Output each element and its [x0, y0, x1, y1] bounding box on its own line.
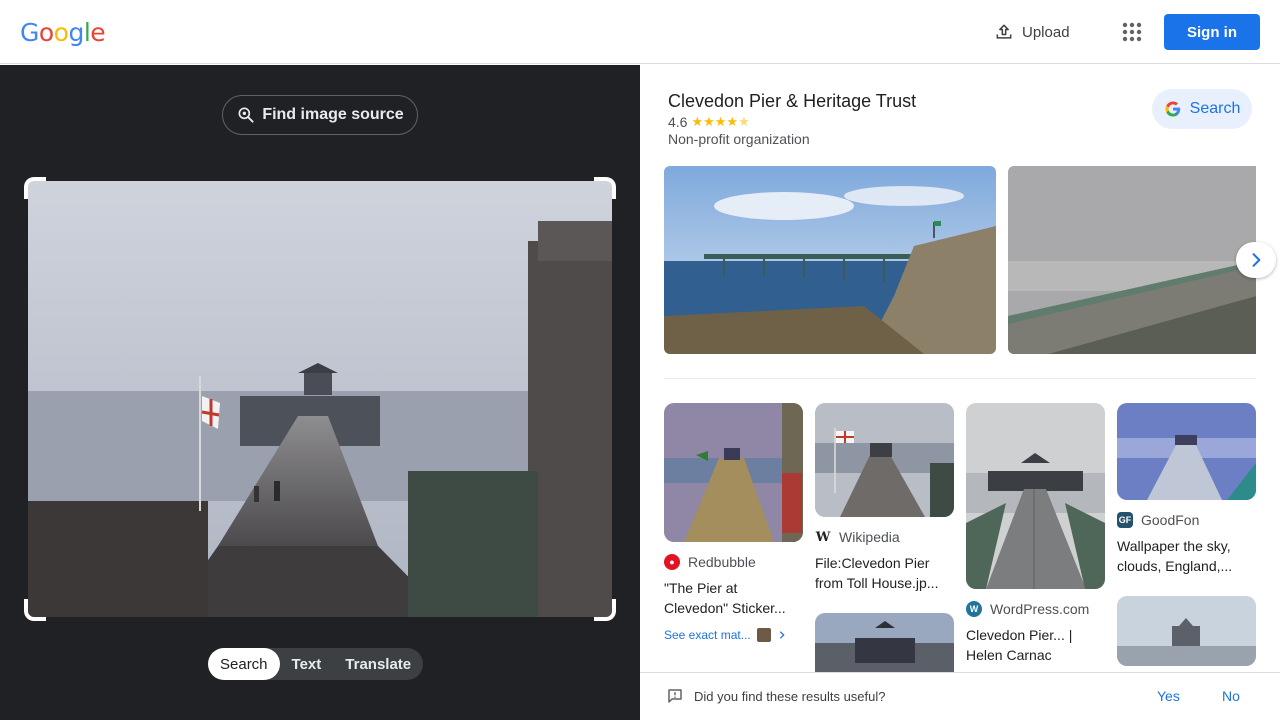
- upload-label: Upload: [1022, 23, 1070, 41]
- find-image-source-label: Find image source: [262, 106, 404, 123]
- result-source-name: Wikipedia: [839, 529, 900, 545]
- see-exact-matches-link[interactable]: See exact mat...: [664, 628, 803, 642]
- wordpress-icon: W: [966, 601, 982, 617]
- result-thumbnail[interactable]: [966, 403, 1105, 589]
- tab-search[interactable]: Search: [208, 648, 280, 680]
- result-source: ● Redbubble: [664, 554, 803, 570]
- result-source: W WordPress.com: [966, 601, 1105, 617]
- logo-letter: g: [68, 18, 84, 47]
- see-exact-matches-label: See exact mat...: [664, 628, 751, 642]
- entity-image[interactable]: [1008, 166, 1256, 354]
- feedback-icon: [668, 689, 682, 703]
- results-pane: Clevedon Pier & Heritage Trust 4.6 ★★★★★…: [640, 65, 1280, 720]
- result-thumbnail[interactable]: [815, 403, 954, 517]
- entity-type: Non-profit organization: [668, 131, 810, 147]
- apps-grid-icon[interactable]: [1120, 20, 1144, 44]
- crop-corner-top-left[interactable]: [24, 177, 46, 199]
- chevron-right-icon: [1252, 253, 1261, 267]
- carousel-next-button[interactable]: [1236, 242, 1276, 278]
- feedback-no-button[interactable]: No: [1222, 688, 1240, 704]
- result-thumbnail[interactable]: [1117, 596, 1256, 666]
- result-source-name: GoodFon: [1141, 512, 1200, 528]
- entity-search-label: Search: [1189, 100, 1241, 117]
- mode-tabs: Search Text Translate: [208, 648, 424, 680]
- google-g-icon: [1165, 101, 1180, 117]
- sign-in-button[interactable]: Sign in: [1164, 14, 1260, 50]
- logo-letter: o: [38, 18, 54, 47]
- image-preview-pane: Find image source Search Text Translate: [0, 65, 640, 720]
- upload-icon: [996, 24, 1012, 39]
- result-source-name: Redbubble: [688, 554, 756, 570]
- goodfon-icon: GF: [1117, 512, 1133, 528]
- result-title[interactable]: "The Pier at Clevedon" Sticker...: [664, 578, 803, 618]
- result-source-name: WordPress.com: [990, 601, 1090, 617]
- find-image-source-button[interactable]: Find image source: [222, 95, 418, 135]
- crop-corner-bottom-left[interactable]: [24, 599, 46, 621]
- result-thumbnail[interactable]: [664, 403, 803, 542]
- top-bar: Google Upload Sign in: [0, 0, 1280, 64]
- logo-letter: G: [20, 18, 39, 47]
- result-card[interactable]: GF GoodFon Wallpaper the sky, clouds, En…: [1117, 403, 1256, 666]
- logo-letter: o: [53, 18, 69, 47]
- logo-letter: e: [90, 18, 106, 47]
- tab-text[interactable]: Text: [280, 648, 334, 680]
- result-title[interactable]: File:Clevedon Pier from Toll House.jp...: [815, 553, 954, 593]
- section-divider: [664, 378, 1256, 379]
- entity-title[interactable]: Clevedon Pier & Heritage Trust: [668, 91, 916, 112]
- upload-button[interactable]: Upload: [994, 20, 1070, 44]
- google-logo[interactable]: Google: [20, 18, 106, 47]
- result-card[interactable]: ● Redbubble "The Pier at Clevedon" Stick…: [664, 403, 803, 642]
- exact-match-thumbnail: [756, 628, 771, 642]
- entity-image[interactable]: [664, 166, 996, 354]
- lens-search-icon: [238, 107, 254, 123]
- tab-translate[interactable]: Translate: [333, 648, 423, 680]
- feedback-question: Did you find these results useful?: [694, 689, 886, 704]
- feedback-bar: Did you find these results useful? Yes N…: [640, 672, 1280, 720]
- redbubble-icon: ●: [664, 554, 680, 570]
- result-card[interactable]: W WordPress.com Clevedon Pier... | Helen…: [966, 403, 1105, 665]
- result-source: GF GoodFon: [1117, 512, 1256, 528]
- chevron-right-icon: [779, 631, 785, 639]
- wikipedia-icon: W: [815, 529, 831, 545]
- query-image: [28, 181, 612, 617]
- result-title[interactable]: Wallpaper the sky, clouds, England,...: [1117, 536, 1256, 576]
- result-thumbnail[interactable]: [1117, 403, 1256, 500]
- feedback-yes-button[interactable]: Yes: [1157, 688, 1180, 704]
- crop-corner-top-right[interactable]: [594, 177, 616, 199]
- entity-rating: 4.6 ★★★★★: [668, 114, 750, 130]
- result-title[interactable]: Clevedon Pier... | Helen Carnac: [966, 625, 1105, 665]
- star-rating-icon: ★★★★★: [691, 114, 750, 129]
- crop-corner-bottom-right[interactable]: [594, 599, 616, 621]
- entity-search-button[interactable]: Search: [1152, 89, 1252, 129]
- result-card[interactable]: W Wikipedia File:Clevedon Pier from Toll…: [815, 403, 954, 693]
- result-source: W Wikipedia: [815, 529, 954, 545]
- rating-value: 4.6: [668, 114, 688, 130]
- crop-selection[interactable]: [24, 177, 616, 621]
